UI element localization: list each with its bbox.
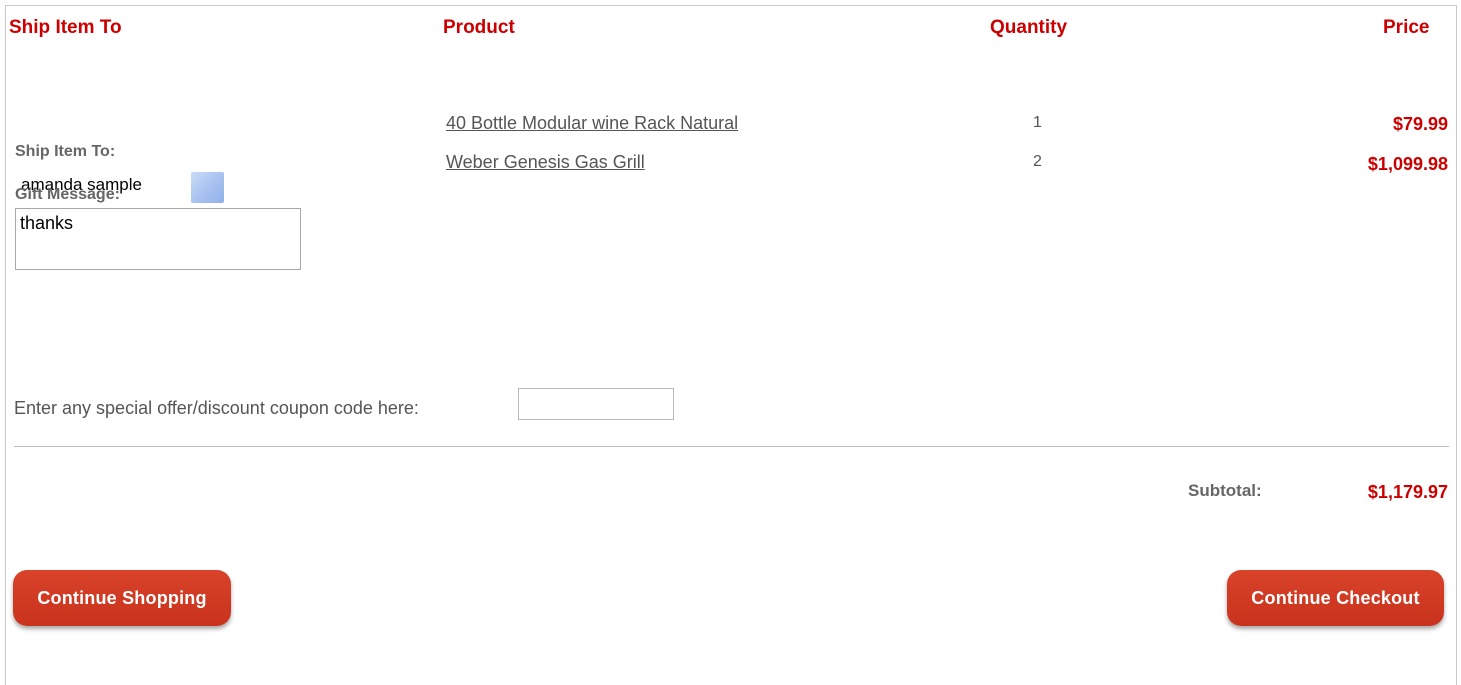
edit-icon[interactable] xyxy=(191,172,224,203)
item-quantity: 2 xyxy=(1033,153,1042,170)
continue-checkout-button[interactable]: Continue Checkout xyxy=(1227,570,1444,626)
product-link[interactable]: 40 Bottle Modular wine Rack Natural xyxy=(446,113,738,134)
column-header-product: Product xyxy=(443,17,515,38)
item-price: $1,099.98 xyxy=(1367,154,1448,174)
subtotal-label: Subtotal: xyxy=(1188,481,1262,500)
column-header-quantity: Quantity xyxy=(990,17,1068,38)
item-quantity: 1 xyxy=(1033,114,1042,131)
divider xyxy=(14,446,1449,447)
continue-shopping-button[interactable]: Continue Shopping xyxy=(13,570,231,626)
item-price: $79.99 xyxy=(1392,114,1448,134)
gift-message-label: Gift Message: xyxy=(15,186,120,203)
coupon-code-input[interactable] xyxy=(518,388,674,420)
subtotal-value: $1,179.97 xyxy=(1367,482,1448,502)
gift-message-field[interactable]: thanks xyxy=(15,208,301,270)
column-header-price: Price xyxy=(1383,17,1430,38)
column-header-ship-to: Ship Item To xyxy=(9,17,122,38)
product-link[interactable]: Weber Genesis Gas Grill xyxy=(446,152,645,173)
ship-to-label: Ship Item To: xyxy=(15,143,116,160)
coupon-label: Enter any special offer/discount coupon … xyxy=(14,398,419,418)
